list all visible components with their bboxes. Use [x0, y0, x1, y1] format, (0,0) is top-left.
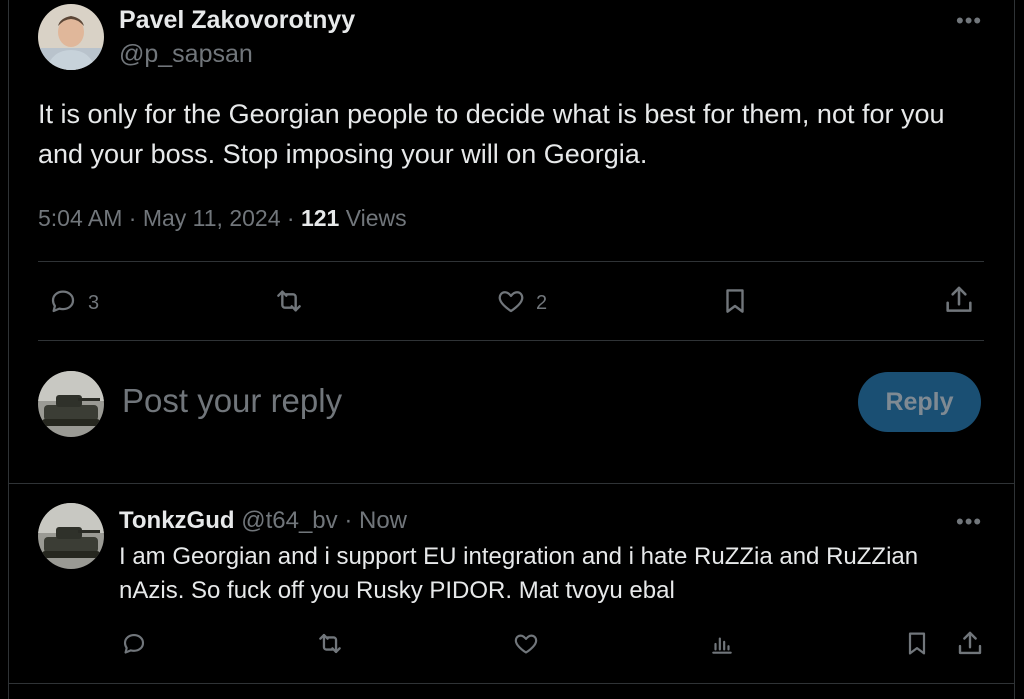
reply-time[interactable]: Now	[359, 507, 407, 534]
meta-separator: ·	[286, 205, 301, 231]
reply-separator: ·	[344, 507, 353, 534]
reply-input[interactable]: Post your reply	[122, 382, 342, 420]
reply-repost-icon[interactable]	[314, 629, 346, 658]
reply-author-avatar[interactable]	[38, 503, 104, 569]
tweet-time[interactable]: 5:04 AM	[38, 205, 122, 231]
reply-author-handle[interactable]: @t64_bv	[241, 507, 337, 534]
user-avatar[interactable]	[38, 371, 104, 437]
reply-share-icon[interactable]	[955, 628, 985, 659]
meta-separator: ·	[128, 205, 143, 231]
reply-like-icon[interactable]	[512, 630, 540, 657]
reply-count: 3	[88, 292, 100, 314]
reply-author-name[interactable]: TonkzGud	[119, 507, 235, 534]
author-name[interactable]: Pavel Zakovorotnyy	[119, 6, 355, 35]
views-label: Views	[345, 205, 407, 231]
bookmark-icon[interactable]	[720, 284, 750, 318]
tweet-text: It is only for the Georgian people to de…	[38, 99, 945, 169]
left-border	[0, 0, 9, 699]
divider-top	[38, 261, 984, 262]
reply-header: TonkzGud @t64_bv · Now	[119, 507, 407, 535]
share-icon[interactable]	[942, 283, 976, 317]
repost-icon[interactable]	[271, 285, 307, 317]
reply-button[interactable]: Reply	[858, 372, 981, 432]
views-count: 121	[300, 205, 340, 231]
divider-middle	[38, 340, 984, 341]
like-icon[interactable]	[495, 286, 527, 316]
author-handle[interactable]: @p_sapsan	[119, 40, 253, 69]
right-border	[1014, 0, 1024, 699]
reply-text: I am Georgian and i support EU integrati…	[119, 543, 919, 604]
more-dots-icon[interactable]: •••	[956, 8, 982, 34]
tweet-date[interactable]: May 11, 2024	[143, 205, 281, 231]
reply-icon[interactable]	[47, 286, 79, 316]
divider-bottom	[9, 683, 1014, 684]
like-count: 2	[536, 292, 548, 314]
divider-full	[9, 483, 1014, 484]
reply-reply-icon[interactable]	[120, 630, 148, 657]
reply-analytics-icon[interactable]	[709, 630, 735, 658]
author-avatar[interactable]	[38, 4, 104, 70]
reply-more-dots-icon[interactable]: •••	[956, 509, 982, 535]
reply-bookmark-icon[interactable]	[903, 628, 931, 659]
tweet-meta: 5:04 AM · May 11, 2024 · 121 Views	[38, 205, 407, 232]
